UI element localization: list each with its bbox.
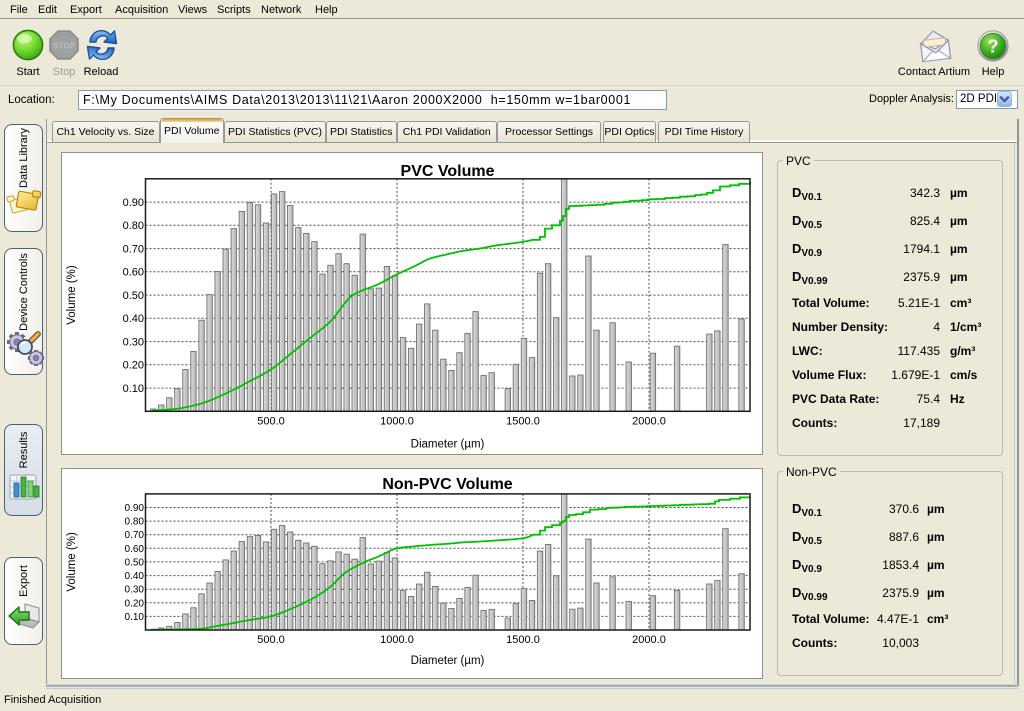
svg-text:1000.0: 1000.0 (380, 415, 414, 427)
svg-text:0.90: 0.90 (123, 197, 144, 209)
svg-text:1000.0: 1000.0 (380, 634, 414, 646)
svg-text:1500.0: 1500.0 (506, 415, 540, 427)
svg-text:0.40: 0.40 (123, 313, 144, 325)
svg-text:0.70: 0.70 (123, 243, 144, 255)
svg-text:0.80: 0.80 (125, 516, 145, 527)
svg-text:0.60: 0.60 (125, 543, 145, 554)
svg-text:0.10: 0.10 (123, 383, 144, 395)
svg-text:0.50: 0.50 (125, 557, 145, 568)
svg-text:Non-PVC Volume: Non-PVC Volume (382, 476, 512, 493)
svg-text:0.60: 0.60 (123, 267, 144, 279)
svg-text:Diameter (µm): Diameter (µm) (411, 655, 485, 667)
svg-text:2000.0: 2000.0 (632, 634, 666, 646)
svg-text:0.20: 0.20 (125, 598, 145, 609)
svg-text:0.20: 0.20 (123, 360, 144, 372)
svg-text:Volume (%): Volume (%) (66, 532, 78, 592)
svg-text:STOP: STOP (53, 42, 76, 51)
svg-text:Diameter (µm): Diameter (µm) (411, 438, 485, 450)
svg-text:PVC Volume: PVC Volume (401, 163, 495, 180)
svg-text:0.80: 0.80 (123, 220, 144, 232)
svg-text:1500.0: 1500.0 (506, 634, 540, 646)
svg-text:2000.0: 2000.0 (632, 415, 666, 427)
svg-text:0.70: 0.70 (125, 530, 145, 541)
svg-text:500.0: 500.0 (257, 415, 285, 427)
svg-text:0.90: 0.90 (125, 503, 145, 514)
svg-text:?: ? (988, 37, 999, 57)
svg-text:0.10: 0.10 (125, 611, 145, 622)
svg-text:0.50: 0.50 (123, 290, 144, 302)
svg-text:500.0: 500.0 (257, 634, 285, 646)
svg-text:0.30: 0.30 (125, 584, 145, 595)
svg-text:0.40: 0.40 (125, 571, 145, 582)
svg-text:Volume (%): Volume (%) (66, 265, 78, 325)
svg-text:0.30: 0.30 (123, 336, 144, 348)
